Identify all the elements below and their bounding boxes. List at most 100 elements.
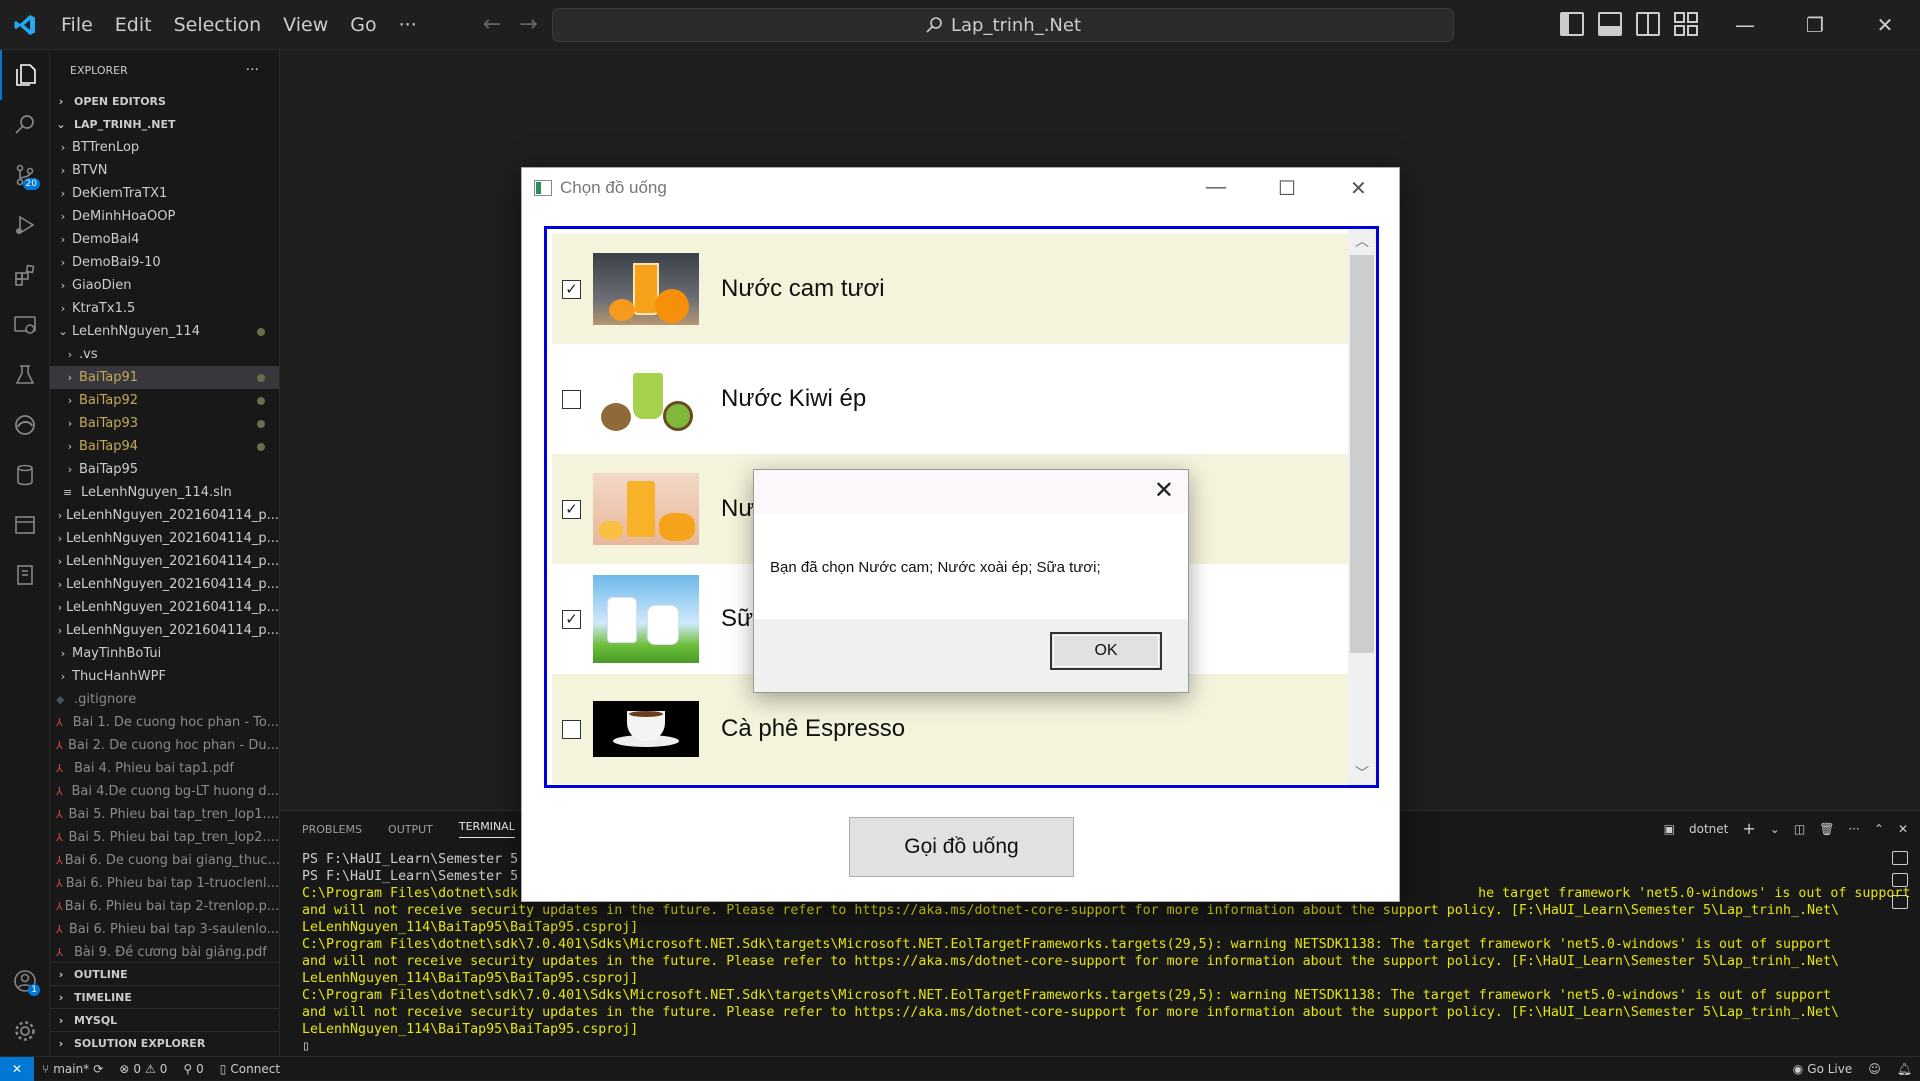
tab-terminal[interactable]: TERMINAL: [458, 820, 515, 838]
toggle-primary-sidebar-icon[interactable]: [1560, 12, 1584, 36]
close-icon[interactable]: ✕: [1350, 176, 1367, 201]
close-panel-icon[interactable]: ✕: [1898, 822, 1908, 836]
customize-layout-icon[interactable]: [1674, 12, 1698, 36]
copilot-icon[interactable]: ☺: [1860, 1062, 1889, 1076]
tree-file[interactable]: ⅄ Bai 6. Phieu bai tap 1-truoclenl...: [50, 872, 279, 895]
scrollbar-thumb[interactable]: [1350, 255, 1374, 653]
tree-file[interactable]: ⅄ Bai 6. Phieu bai tap 3-saulenlo...: [50, 918, 279, 941]
workspace-section[interactable]: ⌄ LAP_TRINH_.NET: [50, 113, 279, 136]
manage-gear-icon[interactable]: [0, 1006, 50, 1056]
tree-file[interactable]: ⅄ Bài 9. Đề cương bài giảng.pdf: [50, 941, 279, 964]
tab-output[interactable]: OUTPUT: [388, 823, 433, 836]
back-arrow-icon[interactable]: ←: [483, 12, 501, 37]
tree-folder[interactable]: ⌄ LeLenhNguyen_114: [50, 320, 279, 343]
explorer-more-icon[interactable]: ···: [246, 62, 259, 78]
connect-indicator[interactable]: ▯ Connect: [212, 1062, 288, 1076]
tree-folder[interactable]: › LeLenhNguyen_2021604114_p...: [50, 550, 279, 573]
trash-icon[interactable]: 🗑: [1819, 822, 1834, 836]
solution-explorer-icon[interactable]: [0, 500, 50, 550]
more-actions-icon[interactable]: ···: [1848, 822, 1859, 836]
restore-icon[interactable]: ❐: [1780, 0, 1850, 50]
testing-icon[interactable]: [0, 350, 50, 400]
tree-folder[interactable]: › ThucHanhWPF: [50, 665, 279, 688]
tree-folder[interactable]: › DemoBai4: [50, 228, 279, 251]
ok-button[interactable]: OK: [1050, 632, 1162, 670]
tree-folder[interactable]: › GiaoDien: [50, 274, 279, 297]
source-control-icon[interactable]: 20: [0, 150, 50, 200]
menu-selection[interactable]: Selection: [163, 14, 273, 36]
forward-arrow-icon[interactable]: →: [519, 12, 537, 37]
close-icon[interactable]: ✕: [1850, 0, 1920, 50]
chevron-down-icon[interactable]: ⌄: [1770, 822, 1780, 836]
maximize-icon[interactable]: ☐: [1278, 176, 1296, 201]
edge-devtools-icon[interactable]: [0, 400, 50, 450]
tree-file[interactable]: ⅄ Bai 5. Phieu bai tap_tren_lop2....: [50, 826, 279, 849]
tree-folder[interactable]: › DemoBai9-10: [50, 251, 279, 274]
tree-folder[interactable]: › MayTinhBoTui: [50, 642, 279, 665]
tree-folder[interactable]: › DeMinhHoaOOP: [50, 205, 279, 228]
tree-folder[interactable]: › LeLenhNguyen_2021604114_p...: [50, 527, 279, 550]
notebook-icon[interactable]: [0, 550, 50, 600]
scroll-up-icon[interactable]: ︿: [1348, 231, 1376, 251]
tree-file[interactable]: ≡ LeLenhNguyen_114.sln: [50, 481, 279, 504]
tree-folder[interactable]: › KtraTx1.5: [50, 297, 279, 320]
branch-indicator[interactable]: ⑂ main* ⟳: [34, 1062, 111, 1076]
tree-folder[interactable]: › LeLenhNguyen_2021604114_p...: [50, 596, 279, 619]
toggle-panel-icon[interactable]: [1598, 12, 1622, 36]
tree-folder[interactable]: › LeLenhNguyen_2021604114_p...: [50, 619, 279, 642]
explorer-icon[interactable]: [0, 50, 50, 100]
item-checkbox[interactable]: ✓: [562, 609, 581, 629]
new-terminal-plus-icon[interactable]: +: [1742, 819, 1755, 838]
menu-edit[interactable]: Edit: [104, 14, 163, 36]
tree-file[interactable]: ⅄ Bai 6. De cuong bai giang_thuc...: [50, 849, 279, 872]
accounts-icon[interactable]: 1: [0, 956, 50, 1006]
tree-folder[interactable]: › BaiTap94: [50, 435, 279, 458]
item-checkbox[interactable]: ✓: [562, 499, 581, 519]
chevron-up-icon[interactable]: ⌃: [1874, 822, 1884, 836]
remote-indicator-icon[interactable]: ✕: [0, 1056, 34, 1081]
menu-more[interactable]: ···: [388, 14, 428, 36]
tree-folder[interactable]: › .vs: [50, 343, 279, 366]
tree-file[interactable]: ⅄ Bai 2. De cuong hoc phan - Du...: [50, 734, 279, 757]
minimize-icon[interactable]: —: [1206, 176, 1226, 199]
ports-indicator[interactable]: ⚲ 0: [175, 1062, 211, 1076]
tree-folder[interactable]: › BaiTap93: [50, 412, 279, 435]
problems-indicator[interactable]: ⊗ 0 ⚠ 0: [111, 1062, 175, 1076]
solution-explorer-section[interactable]: › SOLUTION EXPLORER: [50, 1031, 279, 1054]
tree-folder[interactable]: › BTTrenLop: [50, 136, 279, 159]
item-checkbox[interactable]: ✓: [562, 279, 581, 299]
search-icon[interactable]: [0, 100, 50, 150]
tree-file[interactable]: ⅄ Bai 6. Phieu bai tap 2-trenlop.p...: [50, 895, 279, 918]
command-center-search[interactable]: Lap_trinh_.Net: [552, 8, 1454, 42]
tab-problems[interactable]: PROBLEMS: [302, 823, 362, 836]
split-terminal-icon[interactable]: ◫: [1794, 822, 1805, 836]
menu-file[interactable]: File: [50, 14, 104, 36]
menu-view[interactable]: View: [272, 14, 339, 36]
tree-file[interactable]: ⅄ Bai 4. Phieu bai tap1.pdf: [50, 757, 279, 780]
tree-file[interactable]: ◆ .gitignore: [50, 688, 279, 711]
list-item[interactable]: Nước Kiwi ép: [552, 344, 1348, 454]
remote-explorer-icon[interactable]: [0, 300, 50, 350]
scroll-down-icon[interactable]: ﹀: [1348, 763, 1376, 783]
go-live-button[interactable]: ◉ Go Live: [1785, 1062, 1860, 1076]
tree-file[interactable]: ⅄ Bai 1. De cuong hoc phan - To...: [50, 711, 279, 734]
run-debug-icon[interactable]: [0, 200, 50, 250]
outline-section[interactable]: › OUTLINE: [50, 962, 279, 985]
tree-folder[interactable]: › BTVN: [50, 159, 279, 182]
timeline-section[interactable]: › TIMELINE: [50, 985, 279, 1008]
menu-go[interactable]: Go: [339, 14, 387, 36]
tree-file[interactable]: ⅄ Bai 4.De cuong bg-LT huong d...: [50, 780, 279, 803]
close-icon[interactable]: ✕: [1154, 476, 1174, 504]
listbox-scrollbar[interactable]: ︿ ﹀: [1348, 229, 1376, 785]
tree-folder[interactable]: › BaiTap92: [50, 389, 279, 412]
tree-folder[interactable]: › DeKiemTraTX1: [50, 182, 279, 205]
open-editors-section[interactable]: › OPEN EDITORS: [50, 90, 279, 113]
terminal-shell-label[interactable]: dotnet: [1689, 822, 1728, 836]
notifications-bell-icon[interactable]: 🔔︎: [1889, 1062, 1920, 1076]
tree-file[interactable]: ⅄ Bai 5. Phieu bai tap_tren_lop1....: [50, 803, 279, 826]
mysql-section[interactable]: › MYSQL: [50, 1008, 279, 1031]
tree-folder[interactable]: › LeLenhNguyen_2021604114_p...: [50, 504, 279, 527]
list-item[interactable]: ✓ Nước cam tươi: [552, 234, 1348, 344]
minimize-icon[interactable]: —: [1710, 0, 1780, 50]
tree-folder[interactable]: › BaiTap91: [50, 366, 279, 389]
